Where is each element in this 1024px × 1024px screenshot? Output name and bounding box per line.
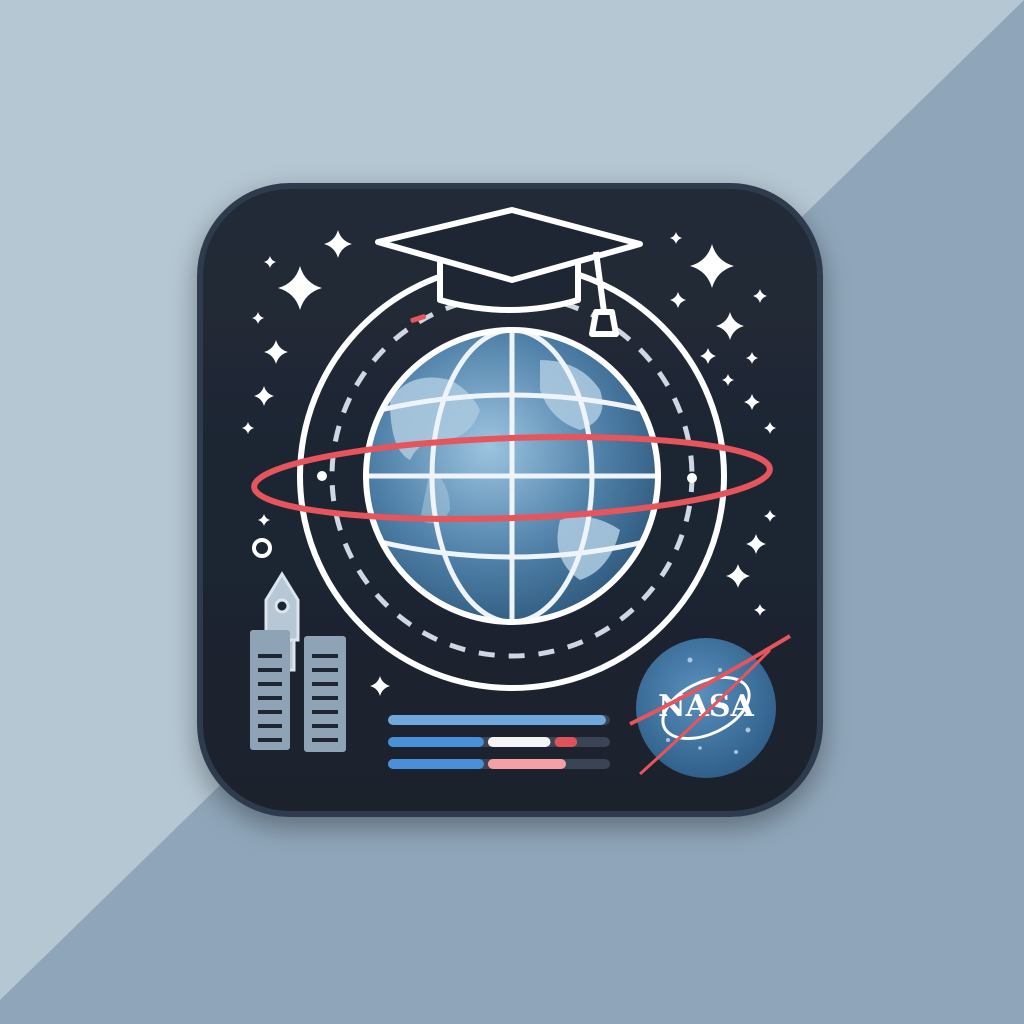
- tower-rung: [312, 654, 338, 658]
- tower-rung: [312, 738, 338, 742]
- progress-bars: [388, 715, 610, 769]
- tower-rung: [258, 724, 282, 728]
- nasa-logo-text: NASA: [658, 689, 754, 724]
- progress-segment: [554, 737, 578, 747]
- app-icon-canvas: NASA: [0, 0, 1024, 1024]
- tower-rung: [312, 724, 338, 728]
- tower-rung: [312, 696, 338, 700]
- tower-rung: [312, 710, 338, 714]
- tower-rung: [312, 668, 338, 672]
- progress-segment: [487, 759, 567, 769]
- tower-rung: [258, 738, 282, 742]
- tower-rung: [312, 682, 338, 686]
- progress-segment: [487, 737, 551, 747]
- tower-rung: [258, 696, 282, 700]
- progress-segment: [388, 715, 606, 725]
- tower-rung: [258, 682, 282, 686]
- globe-icon: [363, 327, 661, 625]
- tower-rung: [258, 654, 282, 658]
- tower-rung: [258, 668, 282, 672]
- tower-rung: [258, 710, 282, 714]
- progress-segment: [388, 737, 484, 747]
- progress-segment: [388, 759, 484, 769]
- app-icon-artwork: NASA: [0, 0, 1024, 1024]
